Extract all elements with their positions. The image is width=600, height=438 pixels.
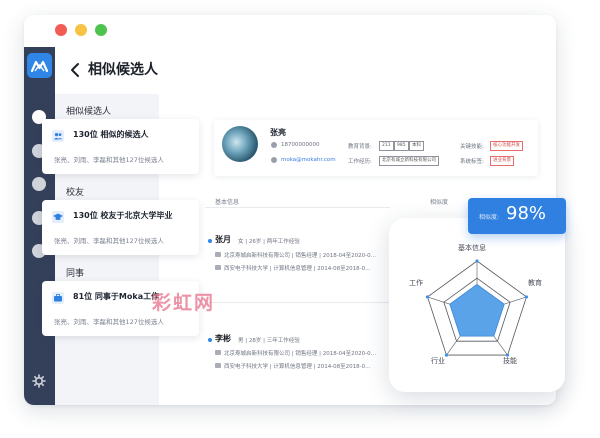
profile-email[interactable]: moka@mokahr.com (281, 157, 336, 163)
profile-name: 张亮 (270, 128, 286, 137)
radar-vertex-dot (444, 353, 449, 357)
company-icon (215, 350, 221, 355)
edu-label: 教育背景: (348, 144, 372, 150)
briefcase-icon (52, 292, 64, 304)
back-arrow-icon[interactable] (69, 61, 81, 79)
card-subtitle: 张亮、刘雨、李磊和其他127位候选人 (54, 237, 164, 245)
alumni-card[interactable]: 130位 校友于北京大学毕业 张亮、刘雨、李磊和其他127位候选人 (42, 200, 199, 255)
radar-axis-label: 行业 (431, 357, 445, 365)
company-icon (215, 252, 221, 257)
system-tag-label: 系统标签: (460, 159, 484, 165)
moka-logo-icon[interactable] (27, 53, 52, 78)
work-tag: 北京有城立新科技有限公司 (379, 156, 439, 166)
candidate-name[interactable]: 李彬 (215, 333, 231, 344)
school-icon (215, 363, 221, 368)
system-tag: 进业背景 (490, 156, 514, 166)
skill-tag: 核心功能开发 (490, 141, 523, 151)
edu-tag: 985 (394, 141, 409, 151)
school-icon (215, 265, 221, 270)
similarity-value: 98% (506, 203, 547, 224)
section-label-alumni: 校友 (66, 188, 85, 198)
similar-candidates-card[interactable]: 130位 相似的候选人 张亮、刘雨、李磊和其他127位候选人 (42, 119, 199, 174)
watermark: 彩虹网 (152, 292, 216, 314)
candidate-name[interactable]: 张月 (215, 234, 231, 245)
card-title: 81位 同事于Moka工作 (73, 292, 160, 301)
edu-tag: 211 (379, 141, 394, 151)
card-subtitle: 张亮、刘雨、李磊和其他127位候选人 (54, 156, 164, 164)
card-title: 130位 相似的候选人 (73, 130, 149, 139)
close-window-button[interactable] (55, 24, 67, 36)
radar-vertex-dot (425, 295, 430, 299)
candidate-profile-card[interactable]: 张亮 18700000000 moka@mokahr.com 教育背景: 211… (214, 120, 538, 176)
candidate-education: 西安电子科技大学 | 计算机信息管理 | 2014-08至2018-0… (224, 364, 371, 370)
column-basic-info: 基本信息 (215, 199, 240, 206)
radar-axis-label: 基本信息 (458, 244, 486, 252)
radar-axis-label: 技能 (503, 357, 517, 365)
radar-vertex-dot (475, 259, 479, 263)
nav-item-3[interactable] (32, 177, 46, 191)
radar-axis-label: 工作 (409, 279, 423, 287)
page-header: 相似候选人 (55, 47, 556, 95)
candidate-meta: 女 | 26岁 | 两年工作经验 (238, 239, 300, 245)
row-marker (208, 338, 212, 342)
gear-icon[interactable] (32, 374, 46, 388)
avatar (222, 126, 258, 162)
phone-icon (271, 142, 277, 148)
users-icon (52, 130, 64, 142)
graduation-cap-icon (52, 211, 64, 223)
section-label-similar: 相似候选人 (66, 107, 112, 117)
email-icon (271, 157, 277, 163)
similarity-label: 相似度: (479, 214, 500, 221)
radar-vertex-dot (524, 295, 529, 299)
work-label: 工作经历: (348, 159, 372, 165)
profile-phone: 18700000000 (281, 142, 320, 148)
divider (205, 302, 390, 303)
title-bar (24, 15, 556, 47)
candidate-work: 北京寿城启新科技有限公司 | 销售经理 | 2018-04至2020-0… (224, 351, 377, 357)
page-title: 相似候选人 (88, 62, 158, 78)
column-similarity: 相似度 (430, 199, 449, 206)
divider (205, 207, 390, 208)
row-marker (208, 239, 212, 243)
candidate-education: 西安电子科技大学 | 计算机信息管理 | 2014-08至2018-0… (224, 266, 371, 272)
similarity-badge: 相似度: 98% (468, 198, 566, 234)
edu-tag: 本科 (409, 141, 424, 151)
card-title: 130位 校友于北京大学毕业 (73, 211, 173, 220)
candidate-meta: 男 | 28岁 | 三年工作经验 (238, 338, 300, 344)
skill-label: 关键技能: (460, 144, 484, 150)
candidate-work: 北京寿城启新科技有限公司 | 销售经理 | 2018-04至2020-0… (224, 253, 377, 259)
card-subtitle: 张亮、刘雨、李磊和其他127位候选人 (54, 318, 164, 326)
radar-axis-label: 教育 (528, 279, 542, 287)
minimize-window-button[interactable] (75, 24, 87, 36)
maximize-window-button[interactable] (95, 24, 107, 36)
section-label-colleague: 同事 (66, 269, 85, 279)
